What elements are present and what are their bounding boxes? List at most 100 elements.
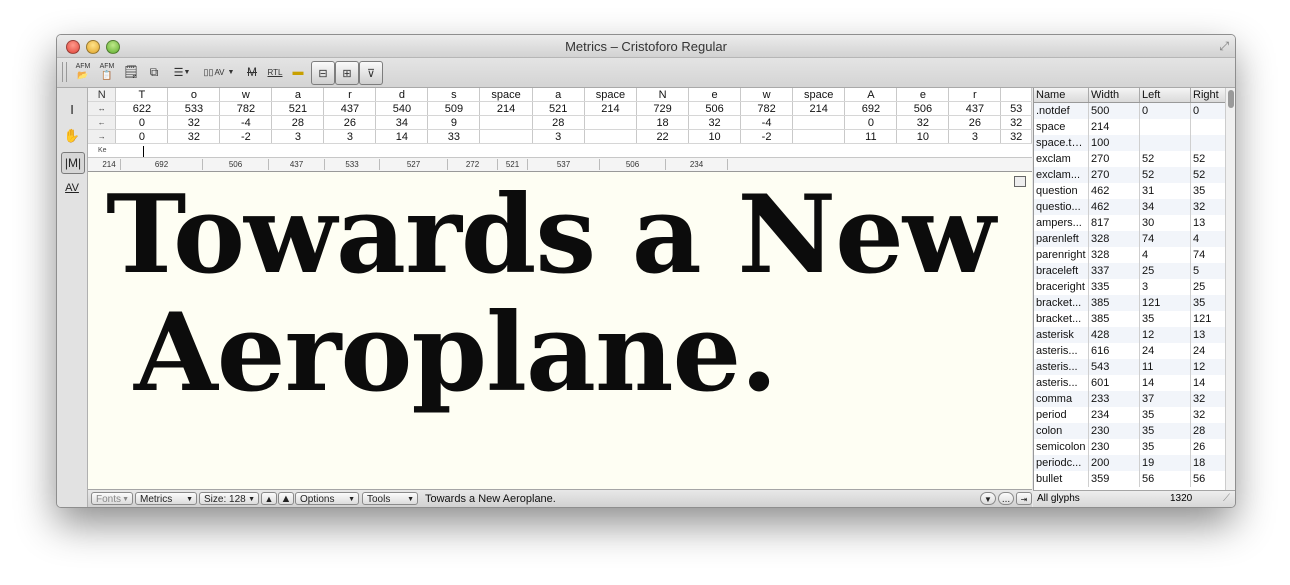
glyph-cell[interactable]: r — [948, 88, 1002, 102]
fullscreen-icon[interactable]: ⤢ — [1219, 39, 1229, 54]
metric-cell[interactable]: 0 — [115, 129, 169, 144]
metric-cell[interactable]: 33 — [427, 129, 481, 144]
metric-cell[interactable]: 533 — [167, 101, 221, 116]
column-header[interactable]: Width — [1088, 88, 1140, 103]
metric-cell[interactable]: 11 — [844, 129, 898, 144]
metric-cell[interactable]: 18 — [636, 115, 690, 130]
metric-cell[interactable]: 0 — [844, 115, 898, 130]
hand-tool[interactable]: ✋ — [61, 126, 83, 146]
glyph-cell[interactable]: o — [167, 88, 221, 102]
sidebar-toggle-button[interactable]: ⇥ — [1016, 492, 1032, 505]
metric-cell[interactable]: -2 — [740, 129, 794, 144]
metric-cell[interactable]: 622 — [115, 101, 169, 116]
metric-cell[interactable] — [479, 115, 533, 130]
metric-cell[interactable]: 32 — [167, 115, 221, 130]
view-mode-2-button[interactable]: ⊞ — [335, 61, 359, 85]
column-header[interactable]: Left — [1139, 88, 1191, 103]
metric-cell[interactable]: 506 — [896, 101, 950, 116]
glyph-row[interactable]: questio... 462 34 32 — [1034, 199, 1235, 215]
kerning-tool[interactable]: AV — [61, 178, 83, 198]
metric-cell[interactable]: 28 — [532, 115, 585, 130]
large-mountain-button[interactable]: ▲ — [278, 492, 294, 505]
metric-cell[interactable]: 3 — [323, 129, 377, 144]
glyph-row[interactable]: parenright 328 4 74 — [1034, 247, 1235, 263]
metric-cell[interactable]: -4 — [219, 115, 273, 130]
metrics-tool[interactable]: |M| — [61, 152, 85, 174]
metric-cell[interactable]: 14 — [375, 129, 429, 144]
metric-cell[interactable]: 34 — [375, 115, 429, 130]
glyph-filter[interactable]: All glyphs — [1037, 493, 1080, 504]
metric-cell[interactable]: 3 — [948, 129, 1002, 144]
metric-cell[interactable]: -4 — [740, 115, 794, 130]
save-afm-button[interactable]: AFM 📋 — [97, 61, 117, 83]
text-cursor-tool[interactable]: I — [61, 100, 83, 120]
metric-cell[interactable]: 9 — [427, 115, 481, 130]
glyph-cell[interactable]: N — [636, 88, 690, 102]
metric-cell[interactable]: 437 — [948, 101, 1002, 116]
glyph-list-scrollbar[interactable] — [1225, 88, 1235, 490]
metric-cell[interactable]: 521 — [532, 101, 585, 116]
view-mode-1-button[interactable]: ⊟ — [311, 61, 335, 85]
glyph-cell[interactable]: a — [532, 88, 585, 102]
metric-cell[interactable] — [792, 129, 846, 144]
metric-cell[interactable]: 32 — [167, 129, 221, 144]
metric-cell[interactable]: 782 — [740, 101, 794, 116]
metric-cell[interactable]: 540 — [375, 101, 429, 116]
metric-cell[interactable]: 3 — [271, 129, 325, 144]
metric-cell[interactable]: 53 — [1000, 101, 1032, 116]
glyph-row[interactable]: question 462 31 35 — [1034, 183, 1235, 199]
kerning-layers-button[interactable]: ⧉ — [145, 61, 163, 83]
glyph-row[interactable]: period 234 35 32 — [1034, 407, 1235, 423]
title-bar[interactable]: Metrics – Cristoforo Regular ⤢ — [57, 35, 1235, 58]
glyph-cell[interactable] — [1000, 88, 1032, 102]
metric-cell[interactable]: 214 — [584, 101, 638, 116]
glyph-row[interactable]: bracket... 385 35 121 — [1034, 311, 1235, 327]
glyph-row[interactable]: bullet 359 56 56 — [1034, 471, 1235, 487]
metric-cell[interactable] — [479, 129, 533, 144]
glyph-row[interactable]: colon 230 35 28 — [1034, 423, 1235, 439]
metric-cell[interactable]: 437 — [323, 101, 377, 116]
glyph-cell[interactable]: e — [896, 88, 950, 102]
metric-cell[interactable]: 506 — [688, 101, 742, 116]
metric-cell[interactable]: 10 — [688, 129, 742, 144]
metric-cell[interactable]: 32 — [896, 115, 950, 130]
fonts-popup[interactable]: Fonts ▼ — [91, 492, 133, 505]
metrics-popup[interactable]: Metrics ▼ — [135, 492, 197, 505]
preview-pane[interactable]: Towards a New Aeroplane. — [88, 172, 1032, 489]
classes-button[interactable]: ☰ ▼ — [169, 61, 195, 83]
preview-options-button[interactable] — [1014, 176, 1026, 187]
glyph-cell[interactable]: e — [688, 88, 742, 102]
glyph-cell[interactable]: s — [427, 88, 481, 102]
metric-cell[interactable]: 3 — [532, 129, 585, 144]
paste-button[interactable]: 🗒 — [123, 61, 140, 83]
glyph-cell[interactable]: w — [219, 88, 273, 102]
glyph-cell[interactable]: w — [740, 88, 794, 102]
kerning-av-button[interactable]: ▯▯ AV ▼ — [203, 61, 235, 83]
text-history-button[interactable]: ▼ — [980, 492, 996, 505]
glyph-row[interactable]: space.thin 100 — [1034, 135, 1235, 151]
glyph-row[interactable]: semicolon 230 35 26 — [1034, 439, 1235, 455]
glyph-row[interactable]: exclam... 270 52 52 — [1034, 167, 1235, 183]
metric-cell[interactable]: 214 — [479, 101, 533, 116]
metric-cell[interactable] — [792, 115, 846, 130]
glyph-cell[interactable]: d — [375, 88, 429, 102]
glyph-row[interactable]: comma 233 37 32 — [1034, 391, 1235, 407]
sample-text[interactable]: Towards a New Aeroplane. — [106, 176, 1026, 412]
glyph-row[interactable]: parenleft 328 74 4 — [1034, 231, 1235, 247]
glyph-row[interactable]: asterisk 428 12 13 — [1034, 327, 1235, 343]
metric-cell[interactable]: 22 — [636, 129, 690, 144]
small-mountain-button[interactable]: ▲ — [261, 492, 277, 505]
metric-cell[interactable]: 26 — [948, 115, 1002, 130]
glyph-row[interactable]: ampers... 817 30 13 — [1034, 215, 1235, 231]
highlight-button[interactable]: ▬ — [289, 61, 307, 83]
glyph-row[interactable]: periodc... 200 19 18 — [1034, 455, 1235, 471]
glyph-row[interactable]: asteris... 616 24 24 — [1034, 343, 1235, 359]
toolbar-grip[interactable] — [62, 62, 67, 82]
scrollbar-thumb[interactable] — [1228, 90, 1234, 108]
glyph-cell[interactable]: a — [271, 88, 325, 102]
options-popup[interactable]: Options ▼ — [295, 492, 359, 505]
glyph-row[interactable]: .notdef 500 0 0 — [1034, 102, 1235, 119]
metric-cell[interactable]: -2 — [219, 129, 273, 144]
glyph-row[interactable]: bracket... 385 121 35 — [1034, 295, 1235, 311]
glyph-cell[interactable]: T — [115, 88, 169, 102]
